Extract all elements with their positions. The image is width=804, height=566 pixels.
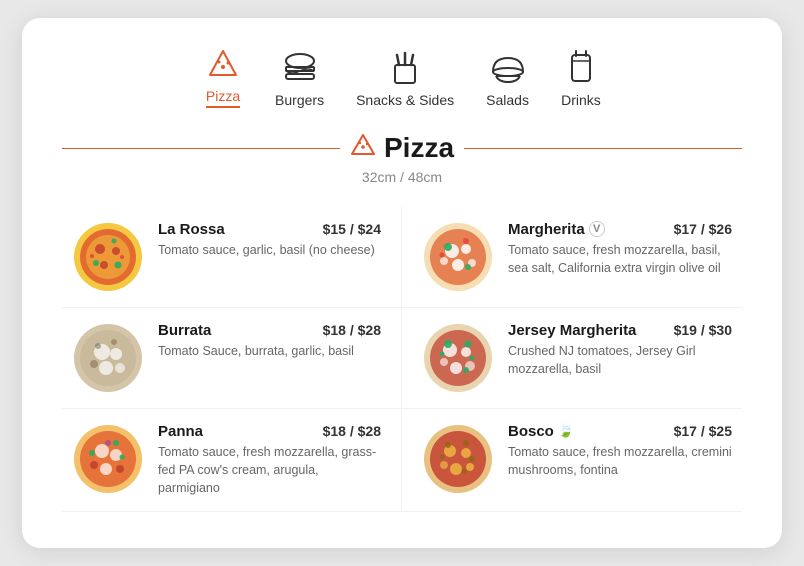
menu-name-jersey-margherita: Jersey Margherita [508, 322, 636, 339]
menu-grid: La Rossa $15 / $24 Tomato sauce, garlic,… [62, 207, 742, 512]
menu-info-burrata: Burrata $18 / $28 Tomato Sauce, burrata,… [158, 322, 381, 360]
menu-price-panna: $18 / $28 [323, 423, 381, 439]
menu-name-bosco: Bosco 🍃 [508, 423, 574, 440]
menu-price-la-rossa: $15 / $24 [323, 221, 381, 237]
menu-item-jersey-margherita: Jersey Margherita $19 / $30 Crushed NJ t… [402, 308, 742, 409]
drink-icon [561, 50, 601, 86]
nav-salads-label: Salads [486, 92, 529, 108]
right-divider [464, 148, 742, 150]
pizza-img-jersey-margherita [422, 322, 494, 394]
section-title-text: Pizza [384, 132, 454, 164]
left-divider [62, 148, 340, 150]
menu-desc-burrata: Tomato Sauce, burrata, garlic, basil [158, 342, 381, 360]
burger-icon [280, 50, 320, 86]
menu-card: Pizza Burgers [22, 18, 782, 548]
nav-drinks-label: Drinks [561, 92, 601, 108]
menu-info-panna: Panna $18 / $28 Tomato sauce, fresh mozz… [158, 423, 381, 497]
nav-snacks-label: Snacks & Sides [356, 92, 454, 108]
menu-info-la-rossa: La Rossa $15 / $24 Tomato sauce, garlic,… [158, 221, 381, 259]
menu-info-jersey-margherita: Jersey Margherita $19 / $30 Crushed NJ t… [508, 322, 732, 378]
section-title: Pizza [350, 132, 454, 165]
menu-name-margherita: Margherita V [508, 221, 605, 238]
bosco-icon: 🍃 [558, 423, 574, 439]
menu-price-bosco: $17 / $25 [674, 423, 732, 439]
menu-desc-margherita: Tomato sauce, fresh mozzarella, basil, s… [508, 241, 732, 277]
pizza-img-margherita [422, 221, 494, 293]
menu-info-bosco: Bosco 🍃 $17 / $25 Tomato sauce, fresh mo… [508, 423, 732, 479]
nav-pizza-label: Pizza [206, 88, 240, 108]
menu-item-margherita: Margherita V $17 / $26 Tomato sauce, fre… [402, 207, 742, 308]
margherita-badge: V [589, 221, 605, 237]
section-header: Pizza [62, 132, 742, 165]
category-nav: Pizza Burgers [62, 46, 742, 108]
menu-desc-panna: Tomato sauce, fresh mozzarella, grass-fe… [158, 443, 381, 497]
nav-salads[interactable]: Salads [486, 50, 529, 108]
menu-price-burrata: $18 / $28 [323, 322, 381, 338]
menu-desc-la-rossa: Tomato sauce, garlic, basil (no cheese) [158, 241, 381, 259]
nav-drinks[interactable]: Drinks [561, 50, 601, 108]
pizza-icon [203, 46, 243, 82]
menu-desc-jersey-margherita: Crushed NJ tomatoes, Jersey Girl mozzare… [508, 342, 732, 378]
pizza-img-bosco [422, 423, 494, 495]
nav-burgers-label: Burgers [275, 92, 324, 108]
pizza-img-burrata [72, 322, 144, 394]
pizza-img-la-rossa [72, 221, 144, 293]
menu-price-jersey-margherita: $19 / $30 [674, 322, 732, 338]
menu-name-panna: Panna [158, 423, 203, 440]
salad-icon [488, 50, 528, 86]
nav-snacks[interactable]: Snacks & Sides [356, 50, 454, 108]
menu-desc-bosco: Tomato sauce, fresh mozzarella, cremini … [508, 443, 732, 479]
menu-price-margherita: $17 / $26 [674, 221, 732, 237]
menu-item-burrata: Burrata $18 / $28 Tomato Sauce, burrata,… [62, 308, 402, 409]
fries-icon [385, 50, 425, 86]
nav-pizza[interactable]: Pizza [203, 46, 243, 108]
menu-item-panna: Panna $18 / $28 Tomato sauce, fresh mozz… [62, 409, 402, 512]
pizza-img-panna [72, 423, 144, 495]
pizza-section-icon [350, 132, 376, 165]
menu-item-la-rossa: La Rossa $15 / $24 Tomato sauce, garlic,… [62, 207, 402, 308]
menu-info-margherita: Margherita V $17 / $26 Tomato sauce, fre… [508, 221, 732, 277]
menu-name-la-rossa: La Rossa [158, 221, 225, 238]
menu-item-bosco: Bosco 🍃 $17 / $25 Tomato sauce, fresh mo… [402, 409, 742, 512]
section-subtitle: 32cm / 48cm [62, 169, 742, 185]
menu-name-burrata: Burrata [158, 322, 211, 339]
nav-burgers[interactable]: Burgers [275, 50, 324, 108]
